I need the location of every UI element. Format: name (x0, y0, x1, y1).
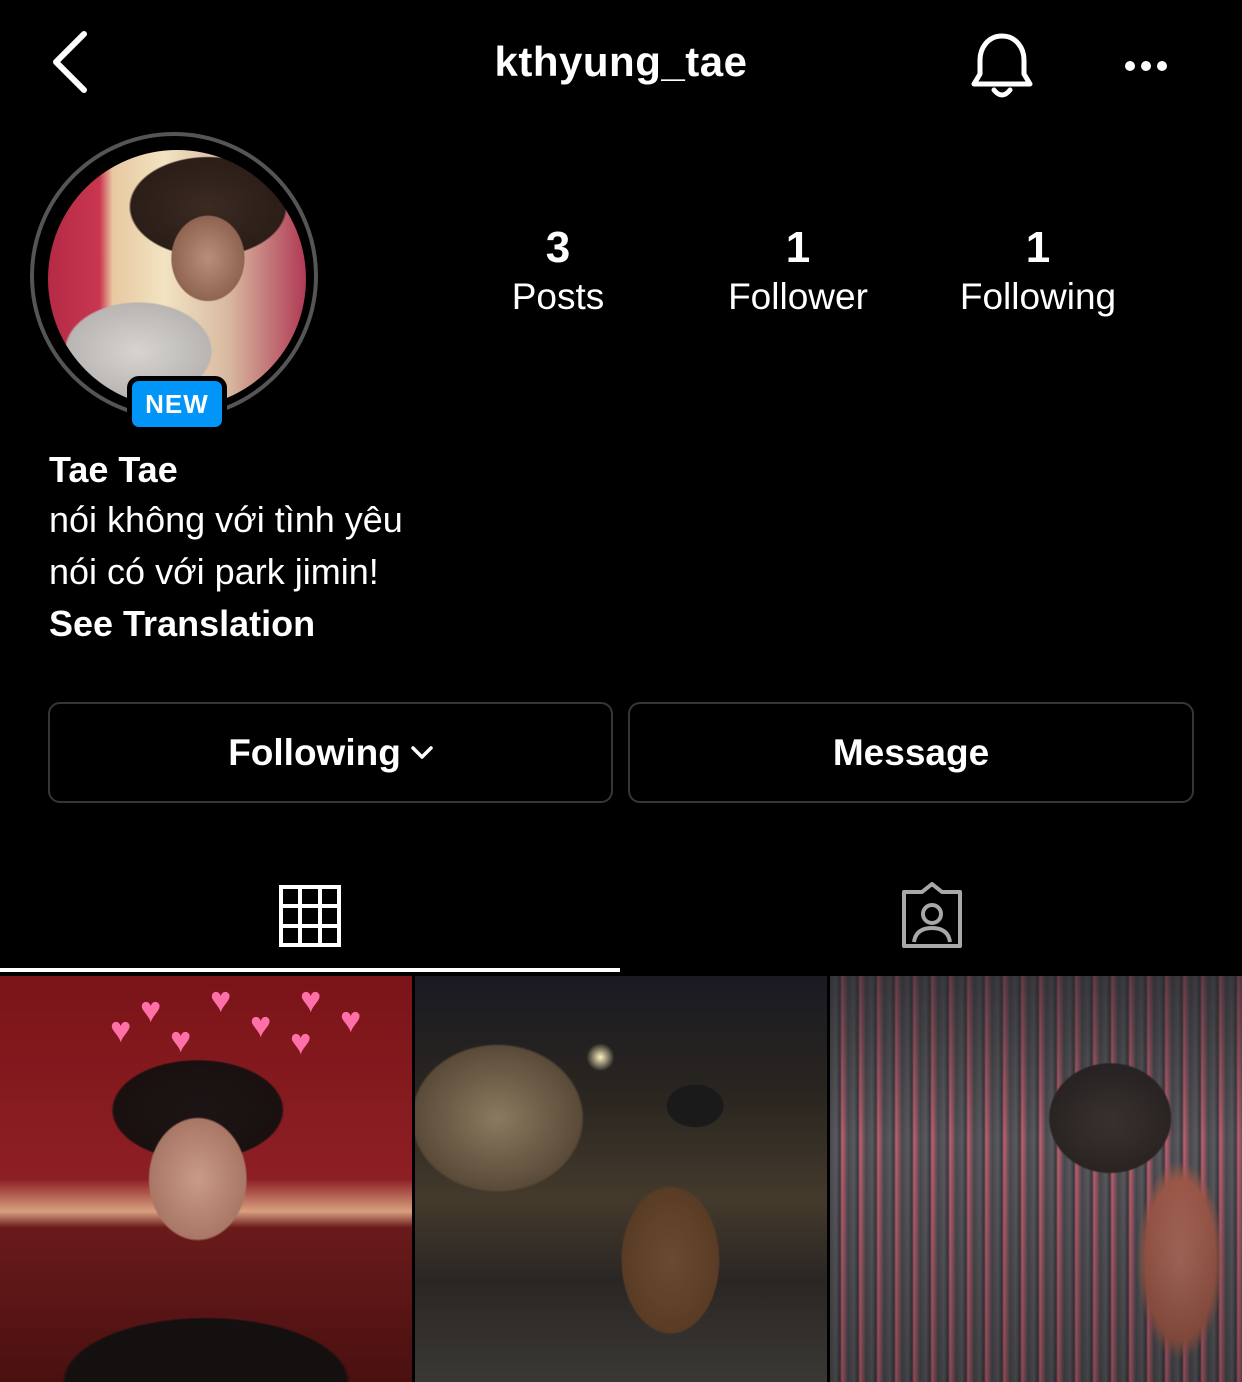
bell-icon (971, 33, 1033, 98)
hearts-sticker: ♥ ♥ ♥ ♥ ♥ ♥ ♥ ♥ (110, 979, 362, 1062)
notifications-button[interactable] (966, 28, 1038, 104)
post-thumbnail[interactable] (830, 976, 1242, 1382)
avatar[interactable] (48, 150, 306, 408)
following-button-label: Following (228, 731, 401, 773)
new-badge: NEW (127, 376, 227, 432)
following-stat[interactable]: 1 Following (938, 222, 1138, 320)
ellipsis-icon (1125, 61, 1167, 71)
tagged-person-icon (902, 882, 962, 948)
profile-bio: Tae Tae nói không với tình yêu nói có vớ… (49, 446, 749, 650)
tab-posts-grid[interactable] (0, 862, 620, 970)
display-name: Tae Tae (49, 449, 178, 490)
post-thumbnail[interactable] (415, 976, 827, 1382)
message-button[interactable]: Message (628, 702, 1194, 803)
message-button-label: Message (832, 731, 990, 773)
posts-count: 3 (545, 223, 571, 272)
followers-count: 1 (785, 223, 811, 272)
post-thumbnail[interactable]: ♥ ♥ ♥ ♥ ♥ ♥ ♥ ♥ (0, 976, 412, 1382)
following-count: 1 (1025, 223, 1051, 272)
bio-line: nói có với park jimin! (49, 551, 379, 592)
posts-count-stat: 3 Posts (478, 222, 638, 320)
chevron-down-icon (411, 745, 433, 759)
following-button[interactable]: Following (48, 702, 613, 803)
posts-label: Posts (511, 276, 605, 317)
grid-icon (279, 885, 341, 947)
followers-stat[interactable]: 1 Follower (708, 222, 888, 320)
followers-label: Follower (728, 276, 868, 317)
profile-username: kthyung_tae (494, 38, 748, 85)
active-tab-indicator (0, 968, 620, 972)
top-bar: kthyung_tae (0, 0, 1242, 130)
following-label: Following (959, 276, 1117, 317)
bio-line: nói không với tình yêu (49, 499, 403, 540)
see-translation-link[interactable]: See Translation (49, 598, 749, 650)
tab-tagged[interactable] (622, 862, 1242, 970)
more-options-button[interactable] (1116, 46, 1176, 86)
